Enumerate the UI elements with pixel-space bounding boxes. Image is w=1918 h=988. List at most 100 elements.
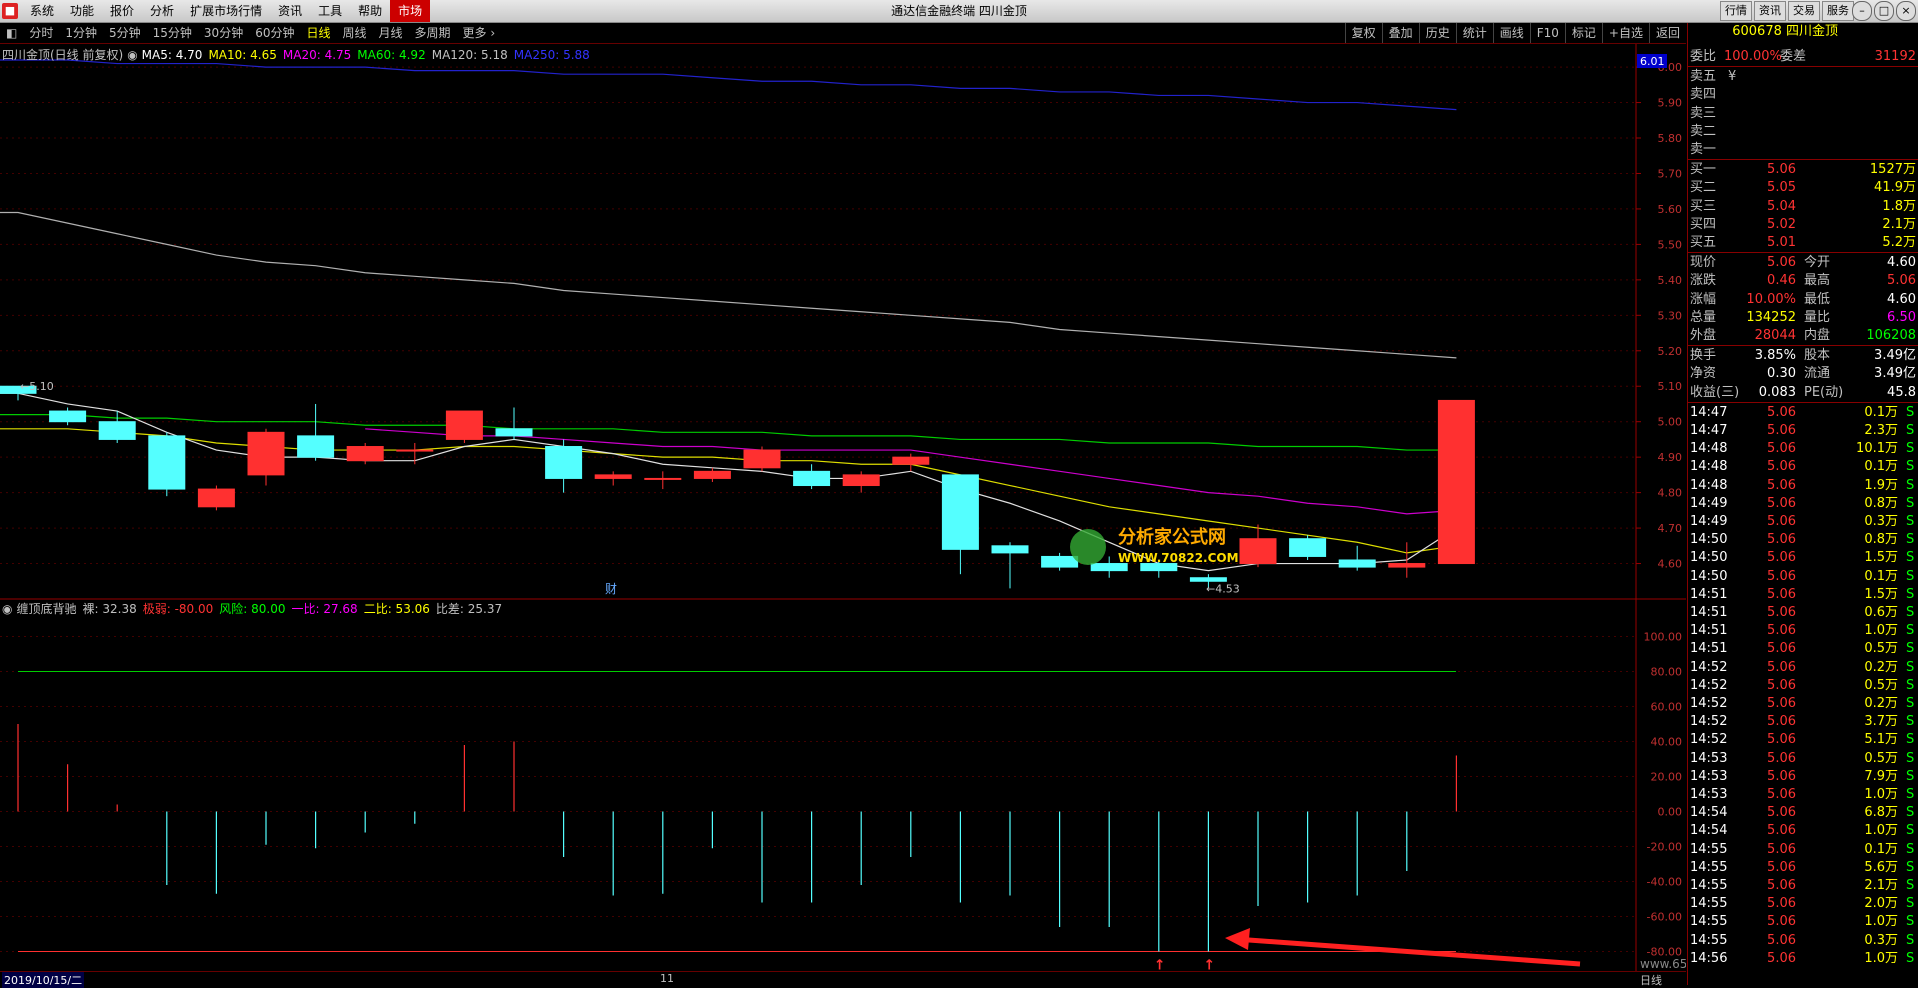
stat-row-2: 涨幅 10.00% 最低 4.60 <box>1688 291 1918 309</box>
sell-label: 卖三 <box>1690 105 1717 121</box>
stat-label: 今开 <box>1804 255 1831 271</box>
ind-axis-label: 100.00 <box>1644 631 1683 644</box>
period-tab-5[interactable]: 60分钟 <box>249 23 300 43</box>
menu-item-7[interactable]: 帮助 <box>350 0 390 22</box>
tick-row: 14:54 5.06 1.0万 S <box>1688 822 1918 840</box>
top-button-1[interactable]: 资讯 <box>1754 1 1786 21</box>
fund-value: 0.30 <box>1767 366 1796 382</box>
period-tab-3[interactable]: 15分钟 <box>147 23 198 43</box>
top-button-0[interactable]: 行情 <box>1720 1 1752 21</box>
top-button-2[interactable]: 交易 <box>1788 1 1820 21</box>
candle-body <box>1338 559 1376 568</box>
tick-time: 14:51 <box>1690 605 1728 620</box>
tick-side: S <box>1906 896 1915 912</box>
period-tab-4[interactable]: 30分钟 <box>198 23 249 43</box>
tick-row: 14:50 5.06 1.5万 S <box>1688 549 1918 567</box>
fund-row-1: 净资 0.30 流通 3.49亿 <box>1688 365 1918 383</box>
period-tab-8[interactable]: 月线 <box>373 23 409 43</box>
period-tab-1[interactable]: 1分钟 <box>59 23 103 43</box>
chart-tool-6[interactable]: 标记 <box>1564 23 1602 43</box>
chart-tool-8[interactable]: 返回 <box>1648 23 1686 43</box>
chart-tool-5[interactable]: F10 <box>1529 23 1565 43</box>
menu-item-4[interactable]: 扩展市场行情 <box>182 0 270 22</box>
tick-side: S <box>1906 404 1915 420</box>
candle[interactable] <box>346 442 384 465</box>
tick-row: 14:53 5.06 1.0万 S <box>1688 786 1918 804</box>
tick-row: 14:55 5.06 5.6万 S <box>1688 859 1918 877</box>
tick-row: 14:51 5.06 0.5万 S <box>1688 640 1918 658</box>
period-tab-0[interactable]: 分时 <box>23 23 59 43</box>
tick-side: S <box>1906 659 1915 675</box>
indicator-value-4: 二比: 53.06 <box>363 602 430 616</box>
menu-item-6[interactable]: 工具 <box>310 0 350 22</box>
buy-label: 买一 <box>1690 162 1717 178</box>
chart-tool-2[interactable]: 历史 <box>1418 23 1456 43</box>
menu-item-2[interactable]: 报价 <box>102 0 142 22</box>
candle[interactable] <box>197 485 235 511</box>
watermark-logo-icon <box>1070 529 1106 565</box>
app-logo-icon[interactable]: ■ <box>2 3 18 19</box>
candle-body <box>197 488 235 508</box>
candle-body <box>892 456 930 465</box>
chart-tool-7[interactable]: +自选 <box>1601 23 1649 43</box>
tick-price: 5.06 <box>1767 714 1796 730</box>
tick-row: 14:51 5.06 1.5万 S <box>1688 586 1918 604</box>
sub-indicator-header: ◉ 缠顶底背驰 裸: 32.38 极弱: -80.00 风险: 80.00 一比: 27.… <box>2 600 508 617</box>
price-axis-label: 4.90 <box>1658 451 1683 464</box>
tick-side: S <box>1906 932 1915 948</box>
tick-time: 14:56 <box>1690 950 1728 966</box>
period-tab-10[interactable]: 更多 › <box>457 23 502 43</box>
menu-item-8[interactable]: 市场 <box>390 0 431 22</box>
period-tab-9[interactable]: 多周期 <box>409 23 457 43</box>
maximize-icon[interactable]: □ <box>1874 1 1894 21</box>
minimize-icon[interactable]: – <box>1852 1 1872 21</box>
menu-item-0[interactable]: 系统 <box>22 0 62 22</box>
tick-price: 5.06 <box>1767 841 1796 857</box>
tick-price: 5.06 <box>1767 514 1796 529</box>
finance-marker[interactable]: 财 <box>605 582 617 596</box>
buy-row-3: 买四 5.02 2.1万 <box>1688 216 1918 234</box>
period-tab-7[interactable]: 周线 <box>337 23 373 43</box>
settings-icon[interactable]: ◉ <box>127 48 137 62</box>
indicator-value-3: 一比: 27.68 <box>291 602 358 616</box>
tick-side: S <box>1906 914 1915 930</box>
price-axis-label: 5.40 <box>1658 274 1683 287</box>
tick-price: 5.06 <box>1767 568 1796 584</box>
menu-item-5[interactable]: 资讯 <box>270 0 310 22</box>
title-bar: ■ 系统 功能 报价 分析 扩展市场行情 资讯 工具 帮助 市场 通达信金融终端 四川金顶 行情… <box>0 0 1918 23</box>
candle[interactable] <box>1289 535 1327 560</box>
chart-tool-4[interactable]: 画线 <box>1492 23 1530 43</box>
sell-price: ¥ <box>1728 69 1737 85</box>
kline-chart[interactable]: 6.005.905.805.705.605.505.405.305.205.10… <box>0 44 1686 972</box>
period-tab-6[interactable]: 日线 <box>300 23 336 43</box>
tick-volume: 1.5万 <box>1864 550 1898 566</box>
chart-tool-1[interactable]: 叠加 <box>1381 23 1419 43</box>
panel-toggle-icon[interactable]: ◧ <box>0 23 23 43</box>
menu-item-3[interactable]: 分析 <box>142 0 182 22</box>
tick-volume: 0.1万 <box>1864 568 1898 584</box>
candle[interactable] <box>148 432 186 497</box>
tick-time: 14:52 <box>1690 714 1728 730</box>
tick-price: 5.06 <box>1767 950 1796 966</box>
price-axis-label: 5.50 <box>1658 238 1683 251</box>
chart-tool-0[interactable]: 复权 <box>1344 23 1382 43</box>
menu-item-1[interactable]: 功能 <box>62 0 102 22</box>
tick-side: S <box>1906 477 1915 493</box>
candle-body <box>991 545 1029 554</box>
close-icon[interactable]: × <box>1896 1 1916 21</box>
period-tab-2[interactable]: 5分钟 <box>103 23 147 43</box>
candle[interactable] <box>743 446 781 472</box>
candle[interactable] <box>445 410 483 443</box>
indicator-settings-icon[interactable]: ◉ <box>2 602 12 616</box>
tick-volume: 0.5万 <box>1864 677 1898 693</box>
stock-header: 600678 四川金顶 <box>1688 23 1918 43</box>
top-button-3[interactable]: 服务 <box>1822 1 1854 21</box>
buy-row-1: 买二 5.05 41.9万 <box>1688 179 1918 197</box>
candle[interactable] <box>1437 399 1475 565</box>
separator <box>1688 252 1918 254</box>
candle-body <box>1289 538 1327 557</box>
fund-row-0: 换手 3.85% 股本 3.49亿 <box>1688 347 1918 365</box>
tick-row: 14:49 5.06 0.8万 S <box>1688 495 1918 513</box>
chart-tool-3[interactable]: 统计 <box>1455 23 1493 43</box>
separator <box>1688 345 1918 347</box>
